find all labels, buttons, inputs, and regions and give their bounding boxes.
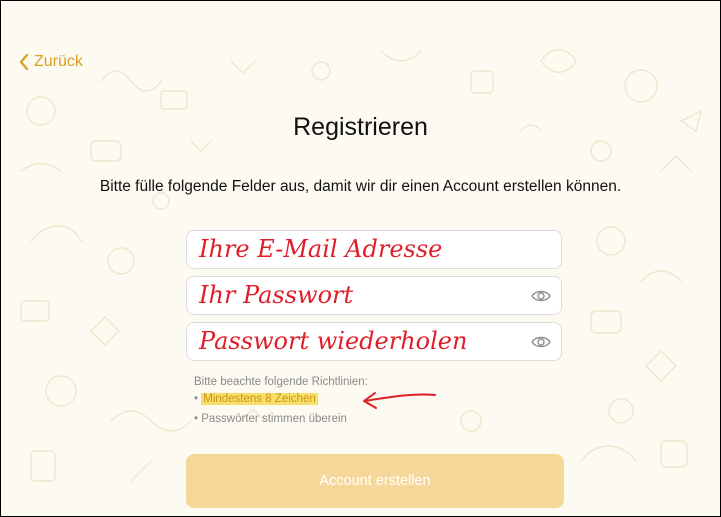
password-rules-title: Bitte beachte folgende Richtlinien: <box>194 376 368 388</box>
email-field[interactable]: Ihre E-Mail Adresse <box>186 230 562 269</box>
password-field[interactable]: Ihr Passwort <box>186 276 562 315</box>
bullet: • <box>194 393 199 405</box>
page-title: Registrieren <box>293 113 428 141</box>
password-handwritten-annotation: Ihr Passwort <box>199 281 354 309</box>
password-rule-min-length: • Mindestens 8 Zeichen <box>194 393 318 405</box>
create-account-label: Account erstellen <box>319 473 431 489</box>
back-button-label: Zurück <box>34 53 83 70</box>
create-account-button[interactable]: Account erstellen <box>186 454 564 508</box>
back-button[interactable]: Zurück <box>19 53 83 71</box>
rule-text: Mindestens 8 Zeichen <box>201 393 318 405</box>
bullet: • <box>194 413 199 425</box>
password-rule-match: • Passwörter stimmen überein <box>194 413 347 425</box>
password-repeat-handwritten-annotation: Passwort wiederholen <box>199 327 468 355</box>
eye-icon[interactable] <box>531 335 551 349</box>
app-screen: Zurück Registrieren Bitte fülle folgende… <box>0 0 721 517</box>
handwritten-arrow-icon <box>363 392 436 409</box>
email-handwritten-annotation: Ihre E-Mail Adresse <box>199 235 443 263</box>
eye-icon[interactable] <box>531 289 551 303</box>
password-repeat-field[interactable]: Passwort wiederholen <box>186 322 562 361</box>
page-subtitle: Bitte fülle folgende Felder aus, damit w… <box>99 178 622 195</box>
chevron-left-icon <box>19 54 29 70</box>
rule-text: Passwörter stimmen überein <box>201 413 347 425</box>
